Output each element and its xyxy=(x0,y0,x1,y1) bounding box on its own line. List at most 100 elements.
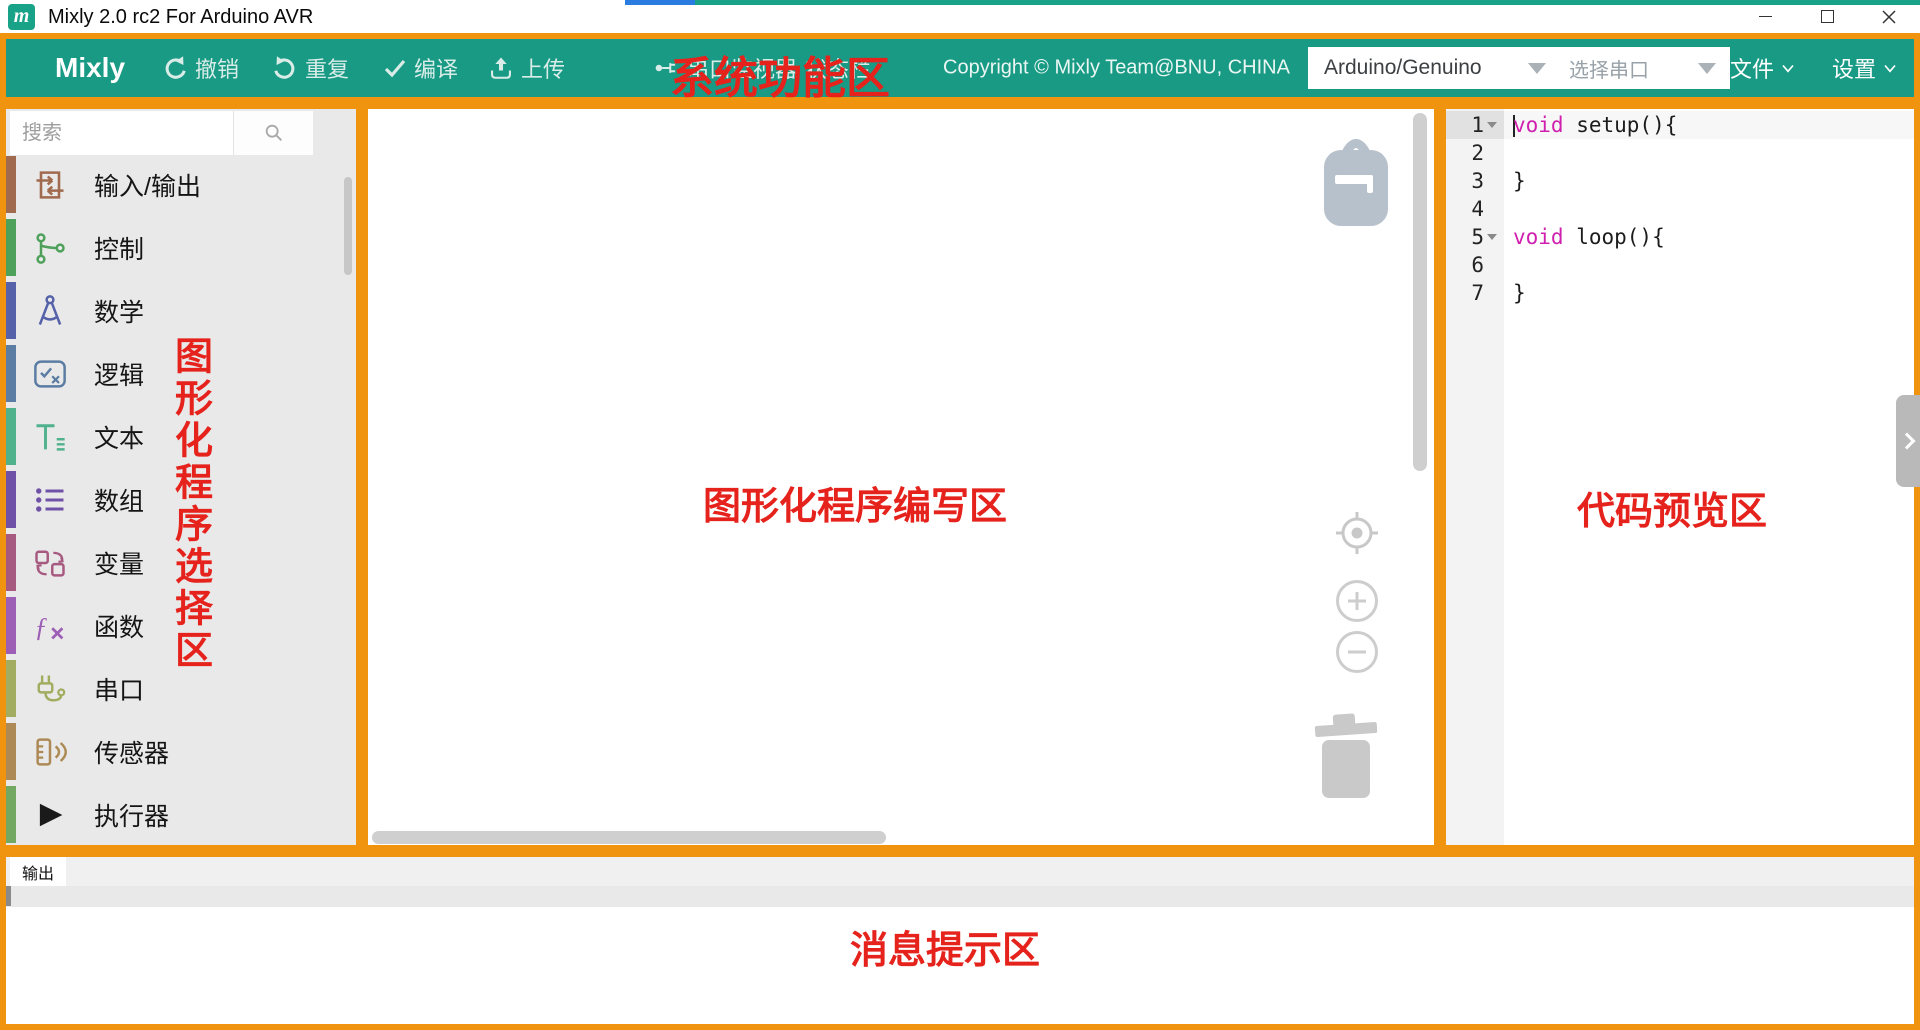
minimize-icon xyxy=(1759,16,1772,17)
category-color-bar xyxy=(6,219,16,276)
settings-menu-label: 设置 xyxy=(1832,52,1876,84)
minimize-button[interactable] xyxy=(1734,0,1796,33)
upload-icon xyxy=(488,55,514,81)
code-line[interactable]: 6 xyxy=(1446,251,1914,279)
zoom-out-button[interactable] xyxy=(1336,631,1378,673)
io-icon xyxy=(32,167,68,203)
sidebar-item-array[interactable]: 数组 xyxy=(6,468,356,531)
line-number: 3 xyxy=(1446,167,1484,195)
category-color-bar xyxy=(6,156,16,213)
output-tab-bar: 输出 xyxy=(6,857,1914,886)
fold-arrow-icon[interactable] xyxy=(1487,122,1497,128)
status-bar-button[interactable]: 状态栏 xyxy=(805,52,871,84)
sidebar-item-math[interactable]: 数学 xyxy=(6,279,356,342)
port-select[interactable]: 选择串口 xyxy=(1553,47,1730,89)
line-number-cell: 5 xyxy=(1446,223,1504,251)
serial-monitor-icon xyxy=(654,55,680,81)
sidebar-item-serial[interactable]: 串口 xyxy=(6,657,356,720)
board-select-value: Arduino/Genuino xyxy=(1324,56,1482,80)
tab-output[interactable]: 输出 xyxy=(10,857,66,886)
sidebar-item-function[interactable]: ƒ函数 xyxy=(6,594,356,657)
block-workspace-region[interactable] xyxy=(362,103,1440,851)
code-preview-region[interactable]: 1void setup(){23}45void loop(){67} xyxy=(1440,103,1920,851)
output-scrollbar-thumb[interactable] xyxy=(6,886,11,906)
logic-icon xyxy=(32,356,68,392)
sensor-icon xyxy=(32,734,68,770)
redo-button[interactable]: 重复 xyxy=(272,52,349,84)
category-color-bar xyxy=(6,408,16,465)
status-bar-label: 状态栏 xyxy=(805,52,871,84)
sidebar-item-variable[interactable]: 变量 xyxy=(6,531,356,594)
settings-menu[interactable]: 设置 xyxy=(1832,52,1900,84)
file-menu-label: 文件 xyxy=(1730,52,1774,84)
sidebar-item-actuator[interactable]: 执行器 xyxy=(6,783,356,846)
serial-monitor-button[interactable]: 串口监视器 xyxy=(654,52,797,84)
search-button[interactable] xyxy=(233,111,313,155)
sidebar-scrollbar[interactable] xyxy=(344,177,352,275)
code-line[interactable]: 7} xyxy=(1446,279,1914,307)
code-text xyxy=(1504,139,1914,167)
line-number: 2 xyxy=(1446,139,1484,167)
text-icon xyxy=(32,419,68,455)
search-input[interactable] xyxy=(10,111,233,155)
sidebar-item-label: 传感器 xyxy=(94,734,169,770)
crosshair-icon xyxy=(1334,510,1380,556)
code-line[interactable]: 1void setup(){ xyxy=(1446,111,1914,139)
code-line[interactable]: 5void loop(){ xyxy=(1446,223,1914,251)
compile-label: 编译 xyxy=(414,52,458,84)
code-line[interactable]: 2 xyxy=(1446,139,1914,167)
backpack-icon[interactable] xyxy=(1322,137,1390,232)
board-select[interactable]: Arduino/Genuino xyxy=(1308,47,1560,89)
sidebar-item-logic[interactable]: 逻辑 xyxy=(6,342,356,405)
undo-button[interactable]: 撤销 xyxy=(162,52,239,84)
code-editor[interactable]: 1void setup(){23}45void loop(){67} xyxy=(1446,111,1914,307)
actuator-icon xyxy=(32,797,68,833)
chevron-right-icon xyxy=(1898,433,1915,450)
sidebar-item-label: 数学 xyxy=(94,293,144,329)
system-toolbar-region: Mixly 撤销 重复 编译 上传 xyxy=(0,33,1920,103)
undo-label: 撤销 xyxy=(195,52,239,84)
line-number: 7 xyxy=(1446,279,1484,307)
line-number-cell: 2 xyxy=(1446,139,1504,167)
code-text: } xyxy=(1504,279,1914,307)
copyright-text: Copyright © Mixly Team@BNU, CHINA xyxy=(943,57,1290,80)
mixly-app-window: m Mixly 2.0 rc2 For Arduino AVR Mixly 撤销 xyxy=(0,0,1920,1030)
mixly-brand[interactable]: Mixly xyxy=(55,52,125,84)
svg-text:ƒ: ƒ xyxy=(34,612,48,642)
undo-icon xyxy=(162,55,188,81)
category-color-bar xyxy=(6,723,16,780)
code-line[interactable]: 4 xyxy=(1446,195,1914,223)
file-menu[interactable]: 文件 xyxy=(1730,52,1798,84)
maximize-button[interactable] xyxy=(1796,0,1858,33)
chevron-down-icon xyxy=(1698,63,1716,74)
zoom-in-button[interactable] xyxy=(1336,580,1378,622)
sidebar-item-label: 输入/输出 xyxy=(94,167,201,203)
category-color-bar xyxy=(6,471,16,528)
center-workspace-button[interactable] xyxy=(1334,510,1380,556)
category-color-bar xyxy=(6,345,16,402)
sidebar-item-text[interactable]: 文本 xyxy=(6,405,356,468)
close-button[interactable] xyxy=(1858,0,1920,33)
code-line[interactable]: 3} xyxy=(1446,167,1914,195)
title-bar: m Mixly 2.0 rc2 For Arduino AVR xyxy=(0,0,1920,33)
upload-button[interactable]: 上传 xyxy=(488,52,565,84)
category-color-bar xyxy=(6,660,16,717)
collapse-panel-handle[interactable] xyxy=(1896,395,1920,487)
chevron-down-icon xyxy=(1778,58,1798,78)
sidebar-item-label: 数组 xyxy=(94,482,144,518)
canvas-vertical-scrollbar[interactable] xyxy=(1413,113,1427,471)
control-icon xyxy=(32,230,68,266)
sidebar-item-control[interactable]: 控制 xyxy=(6,216,356,279)
sidebar-item-io[interactable]: 输入/输出 xyxy=(6,153,356,216)
sidebar-item-label: 控制 xyxy=(94,230,144,266)
mixly-logo-icon: m xyxy=(8,4,35,30)
fold-arrow-icon[interactable] xyxy=(1487,234,1497,240)
trash-icon[interactable] xyxy=(1313,712,1379,803)
sidebar-item-label: 串口 xyxy=(94,671,144,707)
window-title: Mixly 2.0 rc2 For Arduino AVR xyxy=(48,0,313,33)
serial-monitor-label: 串口监视器 xyxy=(687,52,797,84)
redo-icon xyxy=(272,55,298,81)
canvas-horizontal-scrollbar[interactable] xyxy=(372,831,886,844)
sidebar-item-sensor[interactable]: 传感器 xyxy=(6,720,356,783)
compile-button[interactable]: 编译 xyxy=(383,52,458,84)
